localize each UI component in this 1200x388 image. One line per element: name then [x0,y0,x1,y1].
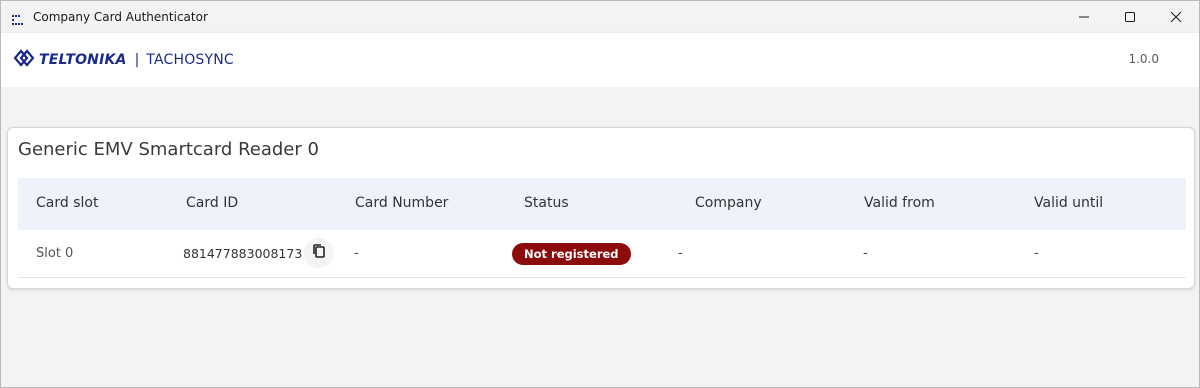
card-table: Card slot Card ID Card Number Status Com… [18,178,1186,280]
close-icon [1171,12,1181,22]
brand-separator: | [134,52,140,68]
app-icon [12,12,24,25]
table-row: Slot 0 881477883008173 - Not registered … [18,230,1186,278]
column-header-card-number: Card Number [355,195,449,211]
cell-valid-until: - [1034,246,1039,261]
app-window: Company Card Authenticator TELTONIKA | T… [0,0,1200,388]
column-header-status: Status [524,195,569,211]
app-version: 1.0.0 [1128,52,1159,66]
minimize-button[interactable] [1061,1,1107,33]
copy-card-id-button[interactable] [304,238,334,268]
reader-panel: Generic EMV Smartcard Reader 0 Card slot… [7,127,1195,289]
teltonika-logo: TELTONIKA | TACHOSYNC [13,48,234,72]
product-name: TACHOSYNC [146,52,234,68]
cell-card-number: - [354,246,359,261]
brand-name: TELTONIKA [39,52,127,68]
cell-card-id: 881477883008173 [183,246,303,261]
window-title: Company Card Authenticator [33,10,208,24]
main-content: Generic EMV Smartcard Reader 0 Card slot… [1,87,1199,387]
status-badge: Not registered [512,243,631,265]
maximize-button[interactable] [1107,1,1153,33]
copy-icon [312,243,326,264]
cell-company: - [678,246,683,261]
app-header: TELTONIKA | TACHOSYNC 1.0.0 [1,33,1199,87]
cell-card-slot: Slot 0 [36,246,74,261]
close-button[interactable] [1153,1,1199,33]
reader-title: Generic EMV Smartcard Reader 0 [18,139,319,160]
column-header-card-slot: Card slot [36,195,99,211]
column-header-valid-until: Valid until [1034,195,1104,211]
cell-valid-from: - [863,246,868,261]
teltonika-mark-icon [13,47,35,74]
column-header-company: Company [695,195,762,211]
title-bar[interactable]: Company Card Authenticator [1,1,1199,33]
minimize-icon [1079,12,1089,22]
table-header: Card slot Card ID Card Number Status Com… [18,178,1186,230]
maximize-icon [1125,12,1135,22]
column-header-card-id: Card ID [186,195,239,211]
column-header-valid-from: Valid from [864,195,935,211]
